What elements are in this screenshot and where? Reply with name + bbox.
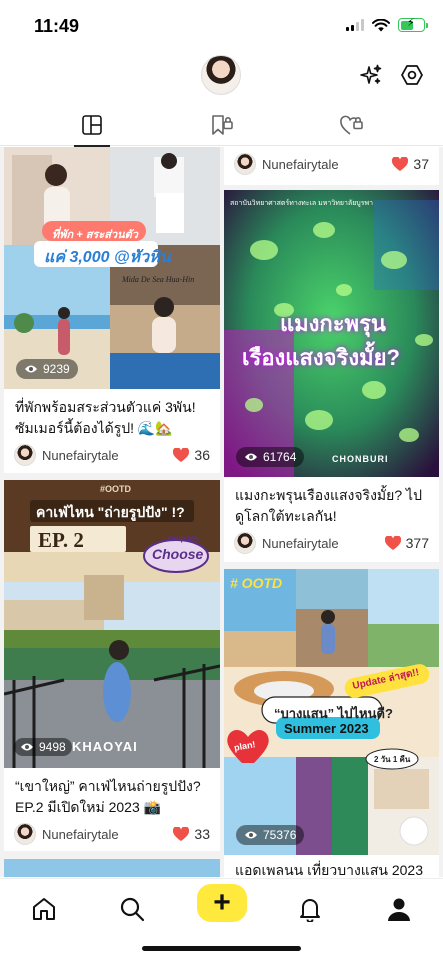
like-button[interactable]: 377 [384,535,429,551]
post-feed[interactable]: ที่พัก + สระส่วนตัว แค่ 3,000 @หัวหิน Mi… [0,147,443,877]
create-post-button[interactable]: + [197,884,247,922]
post-meta: Nunefairytale 37 [234,152,429,176]
nav-notifications[interactable] [288,887,332,931]
settings-button[interactable] [399,62,425,88]
profile-icon [388,898,410,921]
like-count: 377 [405,535,429,551]
post-card-khaoyai[interactable]: #OOTD คาเฟ่ไหน "ถ่ายรูปปัง" !? EP. 2 Hel… [4,480,220,851]
overlay-line1: แมงกะพรุน [280,311,386,336]
post-title[interactable]: ที่พักพร้อมสระส่วนตัวแค่ 3พัน! ซัมเมอร์น… [15,397,210,439]
post-title[interactable]: “เขาใหญ่” คาเฟ่ไหนถ่ายรูปปัง? EP.2 มีเปิ… [15,776,210,818]
view-count: 61764 [236,447,305,467]
grid-layout-icon [82,115,102,135]
heart-lock-icon [340,115,363,135]
settings-hexagon-icon [401,65,423,85]
heart-icon [173,827,190,841]
post-meta: Nunefairytale 377 [234,531,429,555]
post-card-partial-top[interactable]: Nunefairytale 37 [224,147,439,185]
nav-profile[interactable] [377,887,421,931]
tab-liked[interactable] [332,104,372,146]
post-card-huahin[interactable]: ที่พัก + สระส่วนตัว แค่ 3,000 @หัวหิน Mi… [4,147,220,473]
author-name[interactable]: Nunefairytale [42,827,173,842]
image-top-text: สถาบันวิทยาศาสตร์ทางทะเล มหาวิทยาลัยบูรพ… [230,200,374,207]
author-avatar[interactable] [14,823,36,845]
post-thumbnail: สถาบันวิทยาศาสตร์ทางทะเล มหาวิทยาลัยบูรพ… [224,190,439,477]
sparkle-icon [360,64,382,84]
eye-icon [245,831,257,839]
search-icon [120,897,145,922]
like-button[interactable]: 37 [392,156,429,172]
view-count: 75376 [236,825,305,845]
sticker-choose: Choose [152,546,204,562]
status-icons: ⚡ [346,17,428,32]
author-name[interactable]: Nunefairytale [42,448,173,463]
eye-icon [25,365,37,373]
wifi-icon [372,18,390,31]
view-count: 9498 [14,738,72,756]
post-card-jellyfish[interactable]: สถาบันวิทยาศาสตร์ทางทะเล มหาวิทยาลัยบูรพ… [224,190,439,562]
days-sticker: 2 วัน 1 คืน [374,755,411,764]
view-count-value: 9239 [43,362,70,376]
place-label: KHAOYAI [72,739,138,754]
location-label: CHONBURI [332,454,389,464]
post-thumbnail: # OOTD Update ล่าสุด!! “บางแสน” ไปไหนดี?… [224,569,439,855]
view-count: 9239 [16,359,78,379]
like-count: 33 [194,826,210,842]
view-count-value: 61764 [263,450,297,464]
heart-icon [392,157,409,171]
post-meta: Nunefairytale 33 [14,822,210,846]
home-indicator [142,946,301,951]
sparkle-button[interactable] [358,62,384,88]
hashtag-label: # OOTD [230,575,283,591]
badge-line1: ที่พัก + สระส่วนตัว [52,229,138,241]
status-time: 11:49 [34,16,80,36]
cellular-signal-icon [346,19,364,31]
author-avatar[interactable] [234,153,256,175]
post-thumbnail: ที่พัก + สระส่วนตัว แค่ 3,000 @หัวหิน Mi… [4,147,220,389]
plus-icon: + [213,886,231,919]
tab-grid[interactable] [72,104,112,147]
battery-charging-icon: ⚡ [398,17,428,32]
season-label: Summer 2023 [284,721,369,736]
profile-tabs [0,104,443,147]
view-count-value: 9498 [39,740,66,754]
post-thumbnail: #OOTD คาเฟ่ไหน "ถ่ายรูปปัง" !? EP. 2 Hel… [4,480,220,768]
bookmark-lock-icon [212,115,233,135]
like-button[interactable]: 33 [173,826,210,842]
like-count: 36 [194,447,210,463]
profile-avatar[interactable] [201,55,241,95]
nav-search[interactable] [110,887,154,931]
author-avatar[interactable] [234,532,256,554]
profile-header [0,52,443,100]
post-title[interactable]: แอดเพลนน เที่ยวบางแสน 2023 [235,860,429,877]
post-meta: Nunefairytale 36 [14,443,210,467]
headline: คาเฟ่ไหน "ถ่ายรูปปัง" !? [36,504,185,520]
sticker-top: Help Me [168,534,199,543]
nav-home[interactable] [22,887,66,931]
author-avatar[interactable] [14,444,36,466]
view-count-value: 75376 [263,828,297,842]
like-count: 37 [413,156,429,172]
hashtag-label: #OOTD [100,484,132,494]
bell-icon [300,899,320,922]
like-button[interactable]: 36 [173,447,210,463]
eye-icon [21,743,33,751]
post-card-partial-bottom[interactable] [4,859,220,877]
episode-label: EP. 2 [38,528,84,552]
post-title[interactable]: แมงกะพรุนเรืองแสงจริงมั้ย? ไปดูโลกใต้ทะเ… [235,485,429,527]
tab-saved[interactable] [202,104,242,146]
status-bar: 11:49 ⚡ [0,0,443,52]
author-name[interactable]: Nunefairytale [262,157,392,172]
overlay-line2: เรืองแสงจริงมั้ย? [242,345,400,370]
author-name[interactable]: Nunefairytale [262,536,385,551]
home-icon [33,898,55,920]
eye-icon [245,453,257,461]
badge-line2: แค่ 3,000 @หัวหิน [44,249,171,266]
heart-icon [173,448,190,462]
photo-caption: Mida De Sea Hua-Hin [122,275,195,284]
heart-icon [384,536,401,550]
post-card-bangsaen[interactable]: # OOTD Update ล่าสุด!! “บางแสน” ไปไหนดี?… [224,569,439,877]
